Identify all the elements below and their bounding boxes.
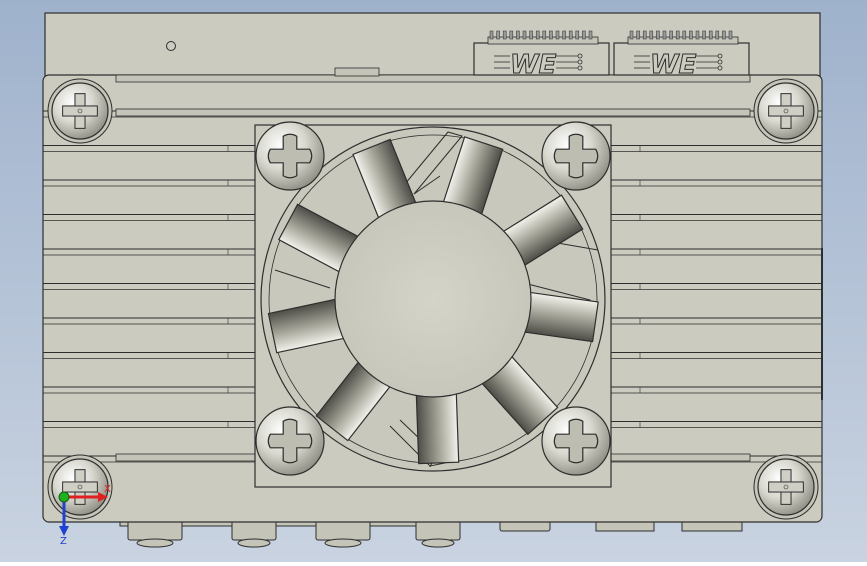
screw bbox=[255, 121, 325, 191]
cad-viewport[interactable]: WE WE X Z bbox=[0, 0, 867, 562]
connector-logo: WE bbox=[650, 50, 697, 80]
screw bbox=[541, 121, 611, 191]
screw bbox=[753, 454, 819, 520]
header-connector: WE bbox=[473, 30, 610, 81]
x-axis-label: X bbox=[104, 484, 111, 495]
screw bbox=[255, 406, 325, 476]
model-drawing: WE WE X Z bbox=[0, 0, 867, 562]
z-axis-label: Z bbox=[60, 536, 67, 547]
screw bbox=[541, 406, 611, 476]
header-connector: WE bbox=[613, 30, 750, 81]
screw bbox=[47, 454, 113, 520]
connector-logo: WE bbox=[510, 50, 557, 80]
fan-blade bbox=[415, 389, 460, 465]
fan-hub bbox=[334, 200, 532, 398]
heatsink-fin bbox=[43, 108, 822, 118]
screw bbox=[47, 78, 113, 144]
screw bbox=[753, 78, 819, 144]
